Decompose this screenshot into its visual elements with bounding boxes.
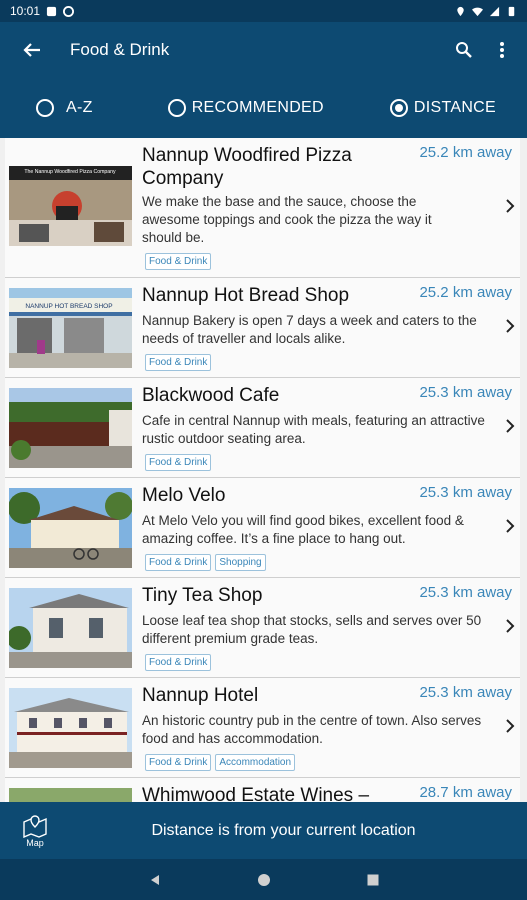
radio-unchecked-icon xyxy=(167,99,186,117)
system-nav-bar xyxy=(0,859,527,900)
listing-photo xyxy=(9,588,132,668)
chevron-right-icon xyxy=(506,419,515,433)
listing-name: Whimwood Estate Wines – xyxy=(142,785,370,802)
listing-name: Tiny Tea Shop xyxy=(142,585,263,606)
listing-photo xyxy=(9,788,132,802)
list-item[interactable]: Whimwood Estate Wines – 28.7 km away xyxy=(5,778,520,802)
listing-distance: 25.3 km away xyxy=(419,584,512,601)
category-tag: Food & Drink xyxy=(145,654,212,671)
listing-distance: 28.7 km away xyxy=(419,784,512,801)
list-item[interactable]: Tiny Tea Shop 25.3 km away Loose leaf te… xyxy=(5,578,520,678)
sort-option-label: DISTANCE xyxy=(413,99,497,116)
search-icon xyxy=(456,42,472,58)
listing-photo xyxy=(9,388,132,468)
listing-photo: The Nannup Woodfired Pizza Company xyxy=(9,166,132,246)
list-item[interactable]: Nannup Hotel 25.3 km away An historic co… xyxy=(5,678,520,778)
back-button[interactable] xyxy=(0,22,64,78)
app-bar: Food & Drink xyxy=(0,22,527,78)
location-icon xyxy=(457,6,464,16)
category-tag: Food & Drink xyxy=(145,354,212,371)
listing-name: Nannup Hotel xyxy=(142,685,259,706)
listing-tags: Food & Drink xyxy=(145,454,212,471)
search-button[interactable] xyxy=(445,22,483,78)
listing-tags: Food & Drink Accommodation xyxy=(145,754,296,771)
listing-description: We make the base and the sauce, choose t… xyxy=(142,194,432,245)
listing-name: Nannup Hot Bread Shop xyxy=(142,285,350,306)
page-title: Food & Drink xyxy=(70,40,170,59)
category-tag: Food & Drink xyxy=(145,454,212,471)
category-tag: Food & Drink xyxy=(145,754,212,771)
category-tag: Shopping xyxy=(215,554,266,571)
battery-icon xyxy=(508,6,515,16)
list-item[interactable]: Melo Velo 25.3 km away At Melo Velo you … xyxy=(5,478,520,578)
listing-photo xyxy=(9,688,132,768)
wifi-icon xyxy=(472,7,483,16)
list-item[interactable]: NANNUP HOT BREAD SHOP Nannup Hot Bread S… xyxy=(5,278,520,378)
nav-home-icon[interactable] xyxy=(257,873,271,887)
radio-unchecked-icon xyxy=(36,99,54,117)
listing-tags: Food & Drink xyxy=(145,354,212,371)
listing-photo xyxy=(9,488,132,568)
listing-tags: Food & Drink Shopping xyxy=(145,554,266,571)
sync-icon xyxy=(63,5,75,17)
listing-distance: 25.3 km away xyxy=(419,484,512,501)
category-tag: Accommodation xyxy=(215,754,296,771)
listing-list: The Nannup Woodfired Pizza Company Nannu… xyxy=(0,138,527,802)
notification-icon xyxy=(46,6,57,16)
location-info-text: Distance is from your current location xyxy=(151,821,416,839)
sort-option-label: A-Z xyxy=(66,99,93,116)
signal-icon xyxy=(489,6,500,16)
listing-description: An historic country pub in the centre of… xyxy=(142,713,482,746)
sort-bar: A-Z RECOMMENDED DISTANCE xyxy=(0,78,527,138)
more-options-button[interactable] xyxy=(483,22,521,78)
chevron-right-icon xyxy=(506,319,515,333)
nav-recents-icon[interactable] xyxy=(366,873,380,887)
chevron-right-icon xyxy=(506,719,515,733)
map-icon xyxy=(23,814,47,838)
list-item[interactable]: Blackwood Cafe 25.3 km away Cafe in cent… xyxy=(5,378,520,478)
chevron-right-icon xyxy=(506,199,515,213)
map-button[interactable]: Map xyxy=(0,802,70,859)
chevron-right-icon xyxy=(506,519,515,533)
listing-name: Melo Velo xyxy=(142,485,226,506)
nav-back-icon[interactable] xyxy=(148,873,162,887)
radio-checked-icon xyxy=(389,99,408,117)
listing-name: Blackwood Cafe xyxy=(142,385,280,406)
sort-option-recommended[interactable]: RECOMMENDED xyxy=(167,99,324,117)
listing-photo: NANNUP HOT BREAD SHOP xyxy=(9,288,132,368)
sort-option-distance[interactable]: DISTANCE xyxy=(389,99,497,117)
listing-distance: 25.2 km away xyxy=(419,144,512,161)
list-item[interactable]: The Nannup Woodfired Pizza Company Nannu… xyxy=(5,138,520,278)
listing-description: Loose leaf tea shop that stocks, sells a… xyxy=(142,613,482,646)
arrow-left-icon xyxy=(23,43,40,57)
status-time: 10:01 xyxy=(10,4,41,18)
sort-option-az[interactable]: A-Z xyxy=(36,99,93,117)
map-label: Map xyxy=(26,837,44,848)
category-tag: Food & Drink xyxy=(145,253,212,270)
category-tag: Food & Drink xyxy=(145,554,212,571)
photo-sign-text: NANNUP HOT BREAD SHOP xyxy=(25,303,112,310)
listing-distance: 25.3 km away xyxy=(419,384,512,401)
listing-name: Nannup Woodfired Pizza Company xyxy=(142,145,352,189)
listing-tags: Food & Drink xyxy=(145,654,212,671)
listing-distance: 25.3 km away xyxy=(419,684,512,701)
sort-option-label: RECOMMENDED xyxy=(191,99,324,116)
status-bar: 10:01 xyxy=(0,0,527,22)
listing-description: Cafe in central Nannup with meals, featu… xyxy=(142,413,485,446)
listing-description: At Melo Velo you will find good bikes, e… xyxy=(142,513,464,546)
photo-sign-text: The Nannup Woodfired Pizza Company xyxy=(24,169,116,175)
listing-description: Nannup Bakery is open 7 days a week and … xyxy=(142,313,477,346)
listing-tags: Food & Drink xyxy=(145,253,212,270)
more-vert-icon xyxy=(500,42,504,58)
bottom-bar: Map Distance is from your current locati… xyxy=(0,802,527,859)
chevron-right-icon xyxy=(506,619,515,633)
listing-distance: 25.2 km away xyxy=(419,284,512,301)
